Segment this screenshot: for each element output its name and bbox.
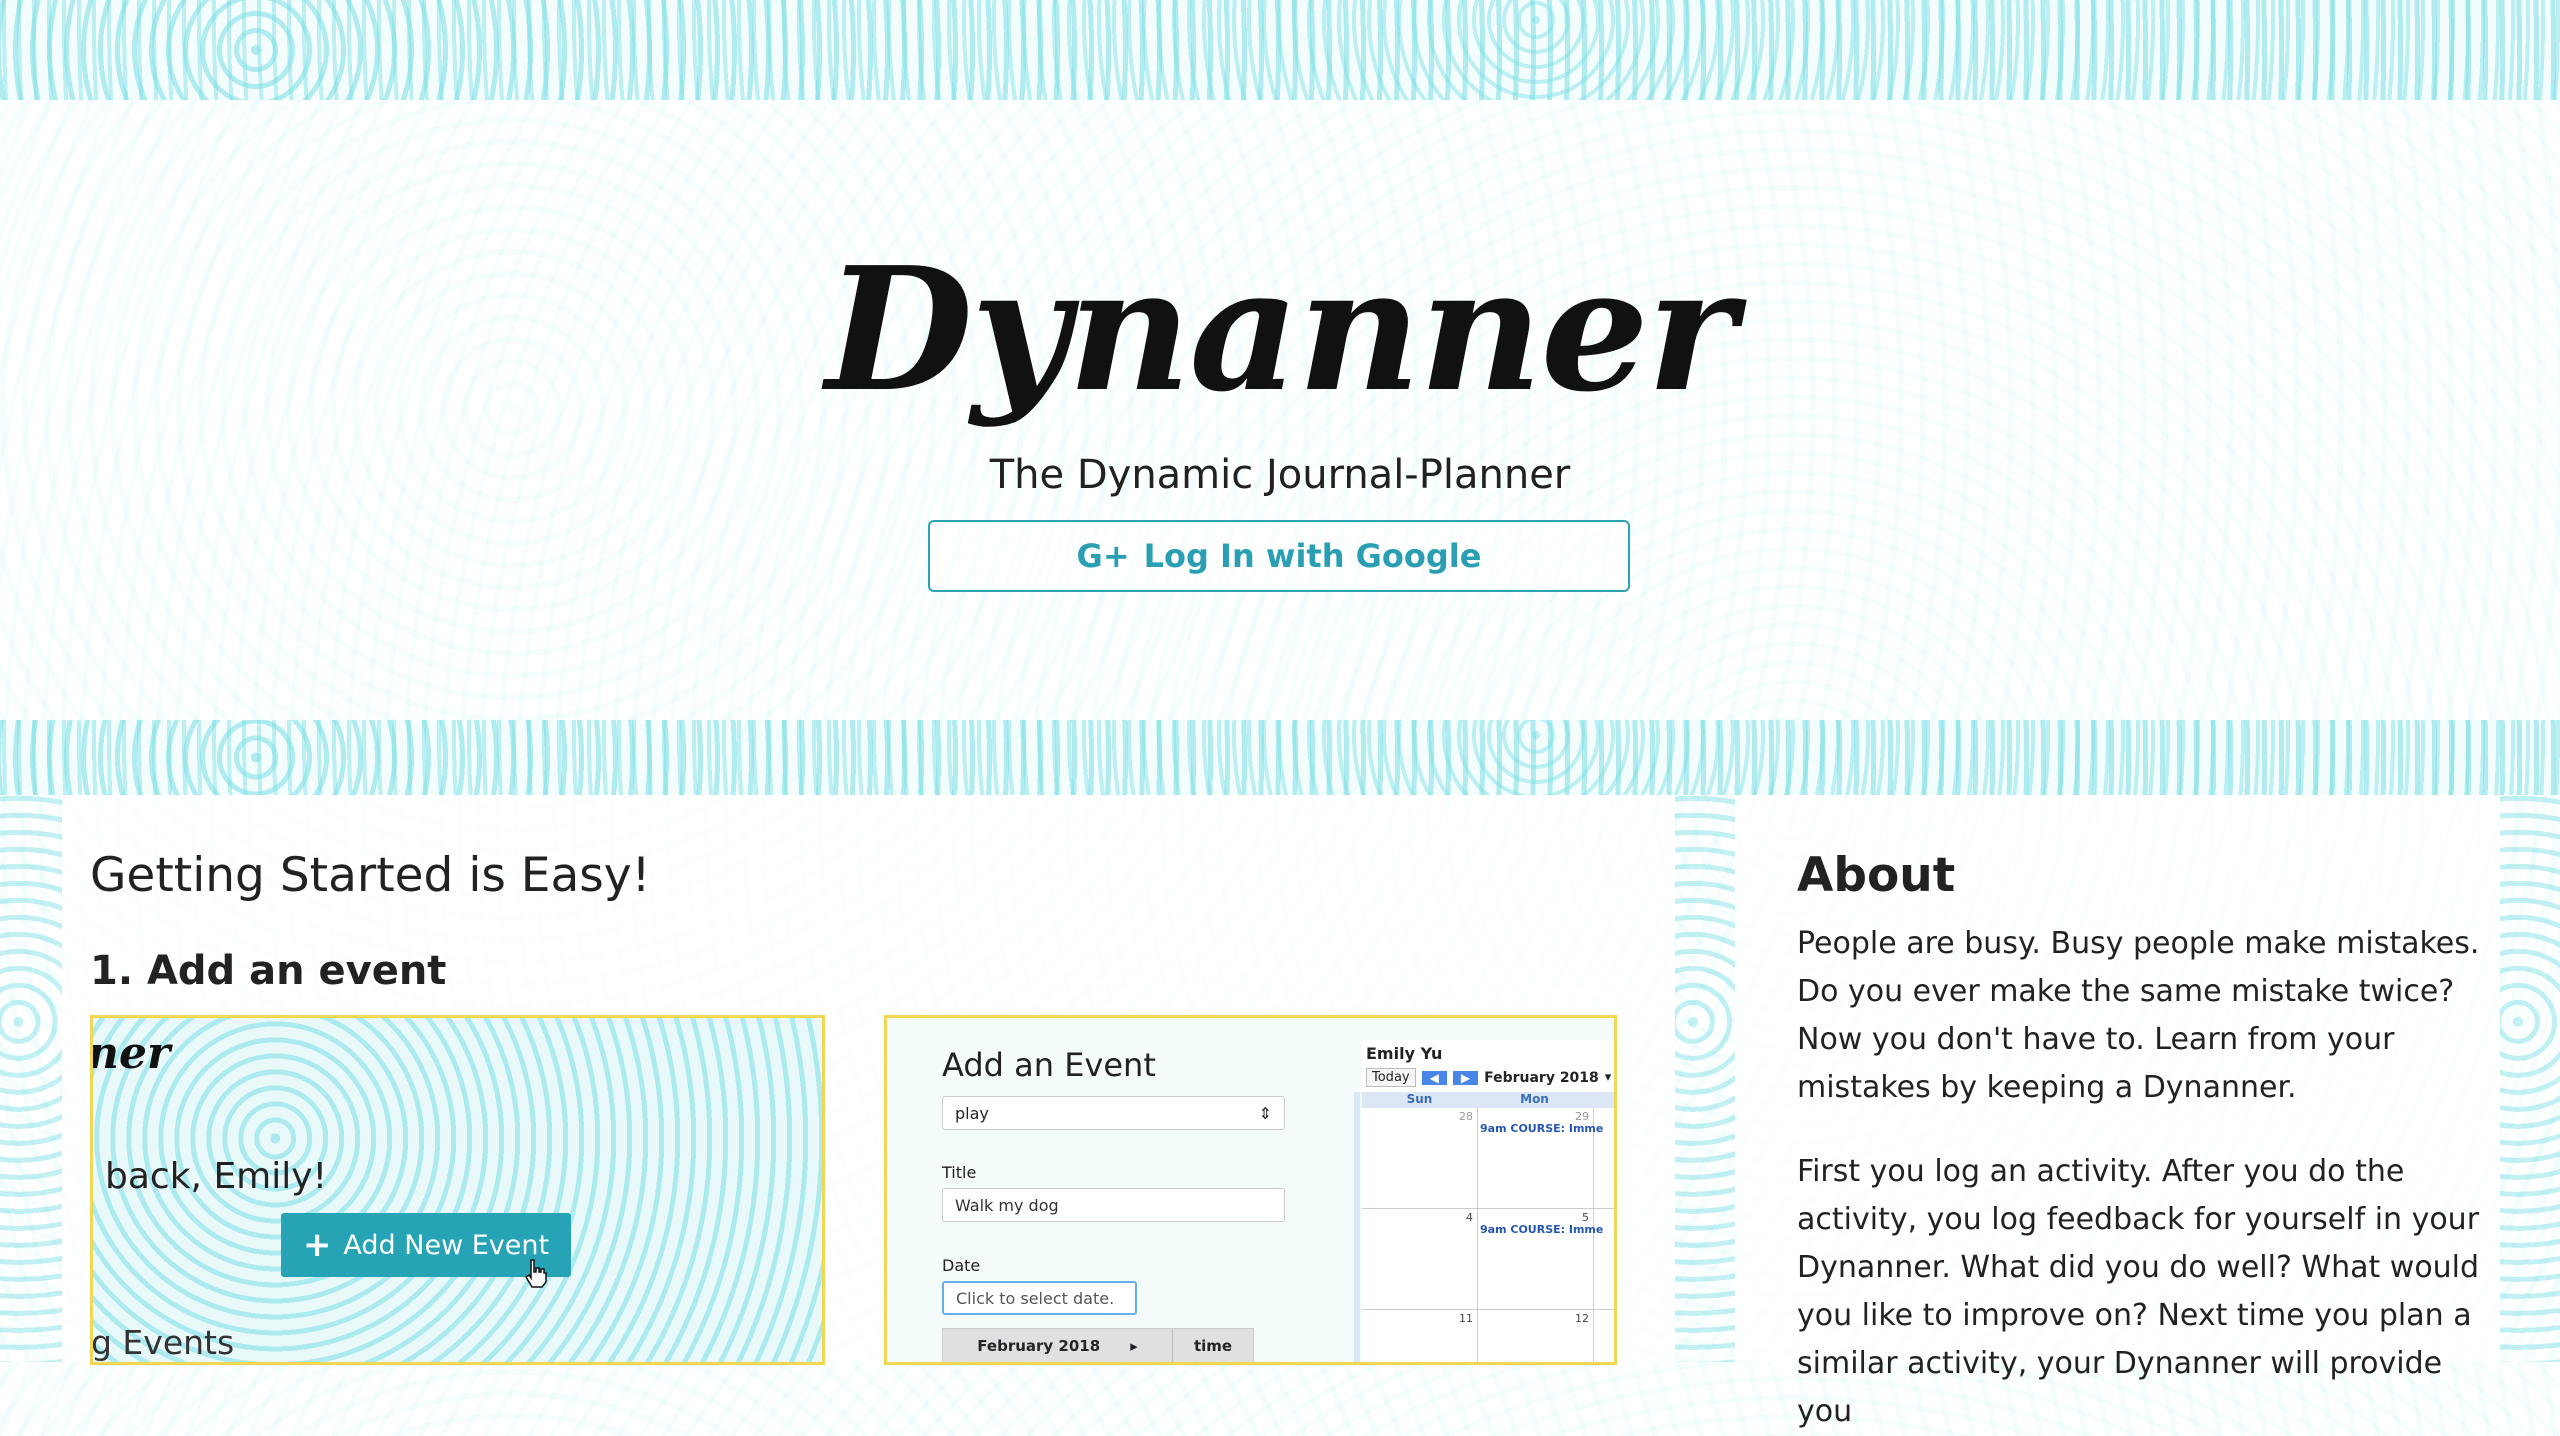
google-login-button[interactable]: G+ Log In with Google [928,520,1630,592]
title-field: Walk my dog [942,1188,1285,1222]
google-login-label: Log In with Google [1143,537,1482,575]
brand-logo: Dynanner [825,230,1737,430]
hero-section: Dynanner The Dynamic Journal-Planner G+ … [0,100,2560,720]
screenshot-add-event-label: Add New Event [343,1229,550,1261]
calendar-prev-icon: ◀ [1421,1070,1447,1085]
pointer-hand-icon [523,1258,549,1295]
date-picker-time: time [1172,1329,1253,1362]
calendar-day-header: Sun [1406,1092,1433,1106]
screenshot-events-heading: g Events [91,1323,235,1362]
calendar-week-row: 11 12 [1362,1310,1614,1362]
date-field: Click to select date. [942,1281,1137,1315]
calendar-week-row: 28 29 9am COURSE: Imme [1362,1108,1614,1209]
chevron-down-icon: ▾ [1604,1070,1612,1085]
calendar-month: February 2018 [1484,1069,1599,1086]
calendar-user-name: Emily Yu [1366,1044,1443,1063]
calendar-date: 11 [1459,1312,1473,1325]
pattern-strip-left [0,795,62,1362]
category-select-value: play [955,1103,989,1123]
plus-icon: + [302,1225,332,1265]
screenshot-welcome-text: back, Emily! [105,1156,327,1197]
calendar-week-row: 4 5 9am COURSE: Imme [1362,1209,1614,1310]
calendar-cell: 11 [1362,1310,1478,1362]
about-heading: About [1797,848,1956,903]
calendar-date: 4 [1466,1211,1473,1224]
date-picker-month: February 2018 [977,1337,1101,1355]
calendar-day-headers: Sun Mon [1362,1092,1614,1108]
calendar-cell: 5 9am COURSE: Imme [1478,1209,1603,1309]
calendar-cell: 4 [1362,1209,1478,1309]
calendar-grid: 28 29 9am COURSE: Imme 4 5 9am COURSE: I… [1362,1108,1614,1362]
pattern-banner-top [0,0,2560,100]
date-field-label: Date [942,1256,981,1275]
calendar-toolbar: Today ◀ ▶ February 2018 ▾ [1366,1068,1611,1087]
select-arrows-icon: ⇕ [1258,1103,1272,1123]
screenshot-add-event-form: Add an Event play ⇕ Title Walk my dog Da… [884,1015,1617,1365]
calendar-cell: 12 [1478,1310,1594,1362]
pattern-strip-right [2500,795,2560,1362]
calendar-today-button: Today [1366,1068,1416,1087]
pattern-banner-middle [0,720,2560,795]
about-paragraph: First you log an activity. After you do … [1797,1154,2480,1429]
calendar-divider [1354,1092,1360,1362]
chevron-right-icon: ▸ [1130,1337,1138,1355]
pattern-strip-middle [1675,795,1735,1362]
screenshot-logo-fragment: ner [90,1028,171,1079]
tagline: The Dynamic Journal-Planner [989,452,1571,498]
google-plus-icon: G+ [1076,537,1130,575]
about-paragraph: People are busy. Busy people make mistak… [1797,926,2480,1105]
calendar-cell: 28 [1362,1108,1478,1208]
calendar-event: 9am COURSE: Imme [1480,1122,1604,1135]
calendar-event: 9am COURSE: Imme [1480,1223,1604,1236]
calendar-date: 12 [1575,1312,1589,1325]
screenshot-dashboard: ner back, Emily! + Add New Event g Event… [90,1015,825,1365]
calendar-day-header: Mon [1520,1092,1549,1106]
date-picker-header: February 2018 ▸ time [942,1328,1254,1362]
calendar-next-icon: ▶ [1452,1070,1479,1085]
embedded-calendar: Emily Yu Today ◀ ▶ February 2018 ▾ Sun M… [1354,1040,1614,1362]
step-1-heading: 1. Add an event [90,948,447,994]
getting-started-heading: Getting Started is Easy! [90,848,651,903]
title-field-label: Title [942,1163,977,1182]
calendar-cell: 29 9am COURSE: Imme [1478,1108,1603,1208]
calendar-date: 28 [1459,1110,1473,1123]
form-title: Add an Event [942,1046,1156,1084]
category-select: play ⇕ [942,1096,1285,1130]
